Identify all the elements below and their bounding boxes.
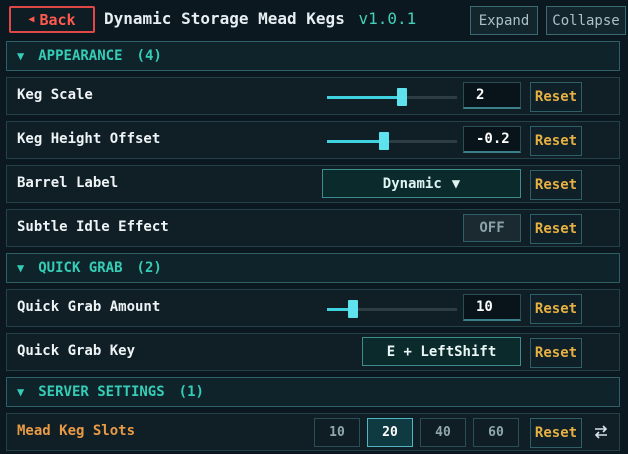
setting-label: Keg Scale [17, 87, 93, 103]
section-title: APPEARANCE [38, 48, 123, 64]
setting-label: Quick Grab Key [17, 343, 136, 359]
idle-effect-reset-button[interactable]: Reset [530, 214, 582, 244]
barrel-label-reset-button[interactable]: Reset [530, 170, 582, 200]
slider-thumb[interactable] [379, 132, 389, 150]
setting-row-keg-scale: Keg Scale 2 Reset [6, 77, 620, 115]
quick-grab-amount-input[interactable]: 10 [463, 294, 521, 321]
setting-row-keg-height-offset: Keg Height Offset -0.2 Reset [6, 121, 620, 159]
keg-height-reset-button[interactable]: Reset [530, 126, 582, 156]
slider-fill [327, 140, 385, 143]
slots-option-20[interactable]: 20 [367, 418, 413, 447]
setting-row-quick-grab-amount: Quick Grab Amount 10 Reset [6, 289, 620, 327]
version-label: v1.0.1 [358, 9, 417, 28]
slots-option-40[interactable]: 40 [420, 418, 466, 447]
swap-icon[interactable] [593, 424, 609, 440]
keg-height-input[interactable]: -0.2 [463, 126, 521, 153]
expand-button[interactable]: Expand [470, 6, 538, 35]
section-count: (1) [178, 384, 204, 400]
setting-row-quick-grab-key: Quick Grab Key E + LeftShift Reset [6, 333, 620, 371]
section-count: (2) [136, 260, 162, 276]
page-title: Dynamic Storage Mead Kegs v1.0.1 [104, 9, 416, 28]
slots-option-10[interactable]: 10 [314, 418, 360, 447]
keg-scale-reset-button[interactable]: Reset [530, 82, 582, 112]
collapse-arrow-icon: ▼ [17, 49, 25, 63]
setting-label: Keg Height Offset [17, 131, 161, 147]
setting-label: Quick Grab Amount [17, 299, 161, 315]
setting-label: Barrel Label [17, 175, 119, 191]
back-label: Back [39, 10, 76, 29]
collapse-arrow-icon: ▼ [17, 385, 25, 399]
keg-scale-slider[interactable] [327, 88, 457, 106]
quick-grab-slider[interactable] [327, 300, 457, 318]
chevron-down-icon: ▼ [451, 175, 461, 192]
title-text: Dynamic Storage Mead Kegs [104, 9, 345, 28]
section-quick-grab-header[interactable]: ▼ QUICK GRAB (2) [6, 253, 620, 283]
setting-label: Subtle Idle Effect [17, 219, 169, 235]
section-server-settings-header[interactable]: ▼ SERVER SETTINGS (1) [6, 377, 620, 407]
mead-keg-slots-reset-button[interactable]: Reset [530, 418, 582, 448]
back-arrow-icon: ◀ [28, 14, 35, 25]
section-title: SERVER SETTINGS [38, 384, 165, 400]
slider-fill [327, 96, 400, 99]
slots-option-60[interactable]: 60 [473, 418, 519, 447]
dropdown-value: Dynamic [382, 175, 442, 192]
setting-row-barrel-label: Barrel Label Dynamic ▼ Reset [6, 165, 620, 203]
collapse-arrow-icon: ▼ [17, 261, 25, 275]
quick-grab-amount-reset-button[interactable]: Reset [530, 294, 582, 324]
setting-label: Mead Keg Slots [17, 423, 136, 439]
setting-row-mead-keg-slots: Mead Keg Slots 10 20 40 60 Reset [6, 413, 620, 451]
quick-grab-keybind-button[interactable]: E + LeftShift [362, 337, 521, 366]
keg-scale-input[interactable]: 2 [463, 82, 521, 109]
section-title: QUICK GRAB [38, 260, 123, 276]
slider-thumb[interactable] [348, 300, 358, 318]
keg-height-slider[interactable] [327, 132, 457, 150]
quick-grab-key-reset-button[interactable]: Reset [530, 338, 582, 368]
back-button[interactable]: ◀ Back [9, 6, 95, 33]
slider-thumb[interactable] [397, 88, 407, 106]
collapse-button[interactable]: Collapse [546, 6, 626, 35]
section-appearance-header[interactable]: ▼ APPEARANCE (4) [6, 41, 620, 71]
section-count: (4) [136, 48, 162, 64]
setting-row-idle-effect: Subtle Idle Effect OFF Reset [6, 209, 620, 247]
idle-effect-toggle[interactable]: OFF [463, 214, 521, 242]
header-bar: ◀ Back Dynamic Storage Mead Kegs v1.0.1 … [0, 0, 628, 40]
barrel-label-dropdown[interactable]: Dynamic ▼ [322, 169, 521, 198]
